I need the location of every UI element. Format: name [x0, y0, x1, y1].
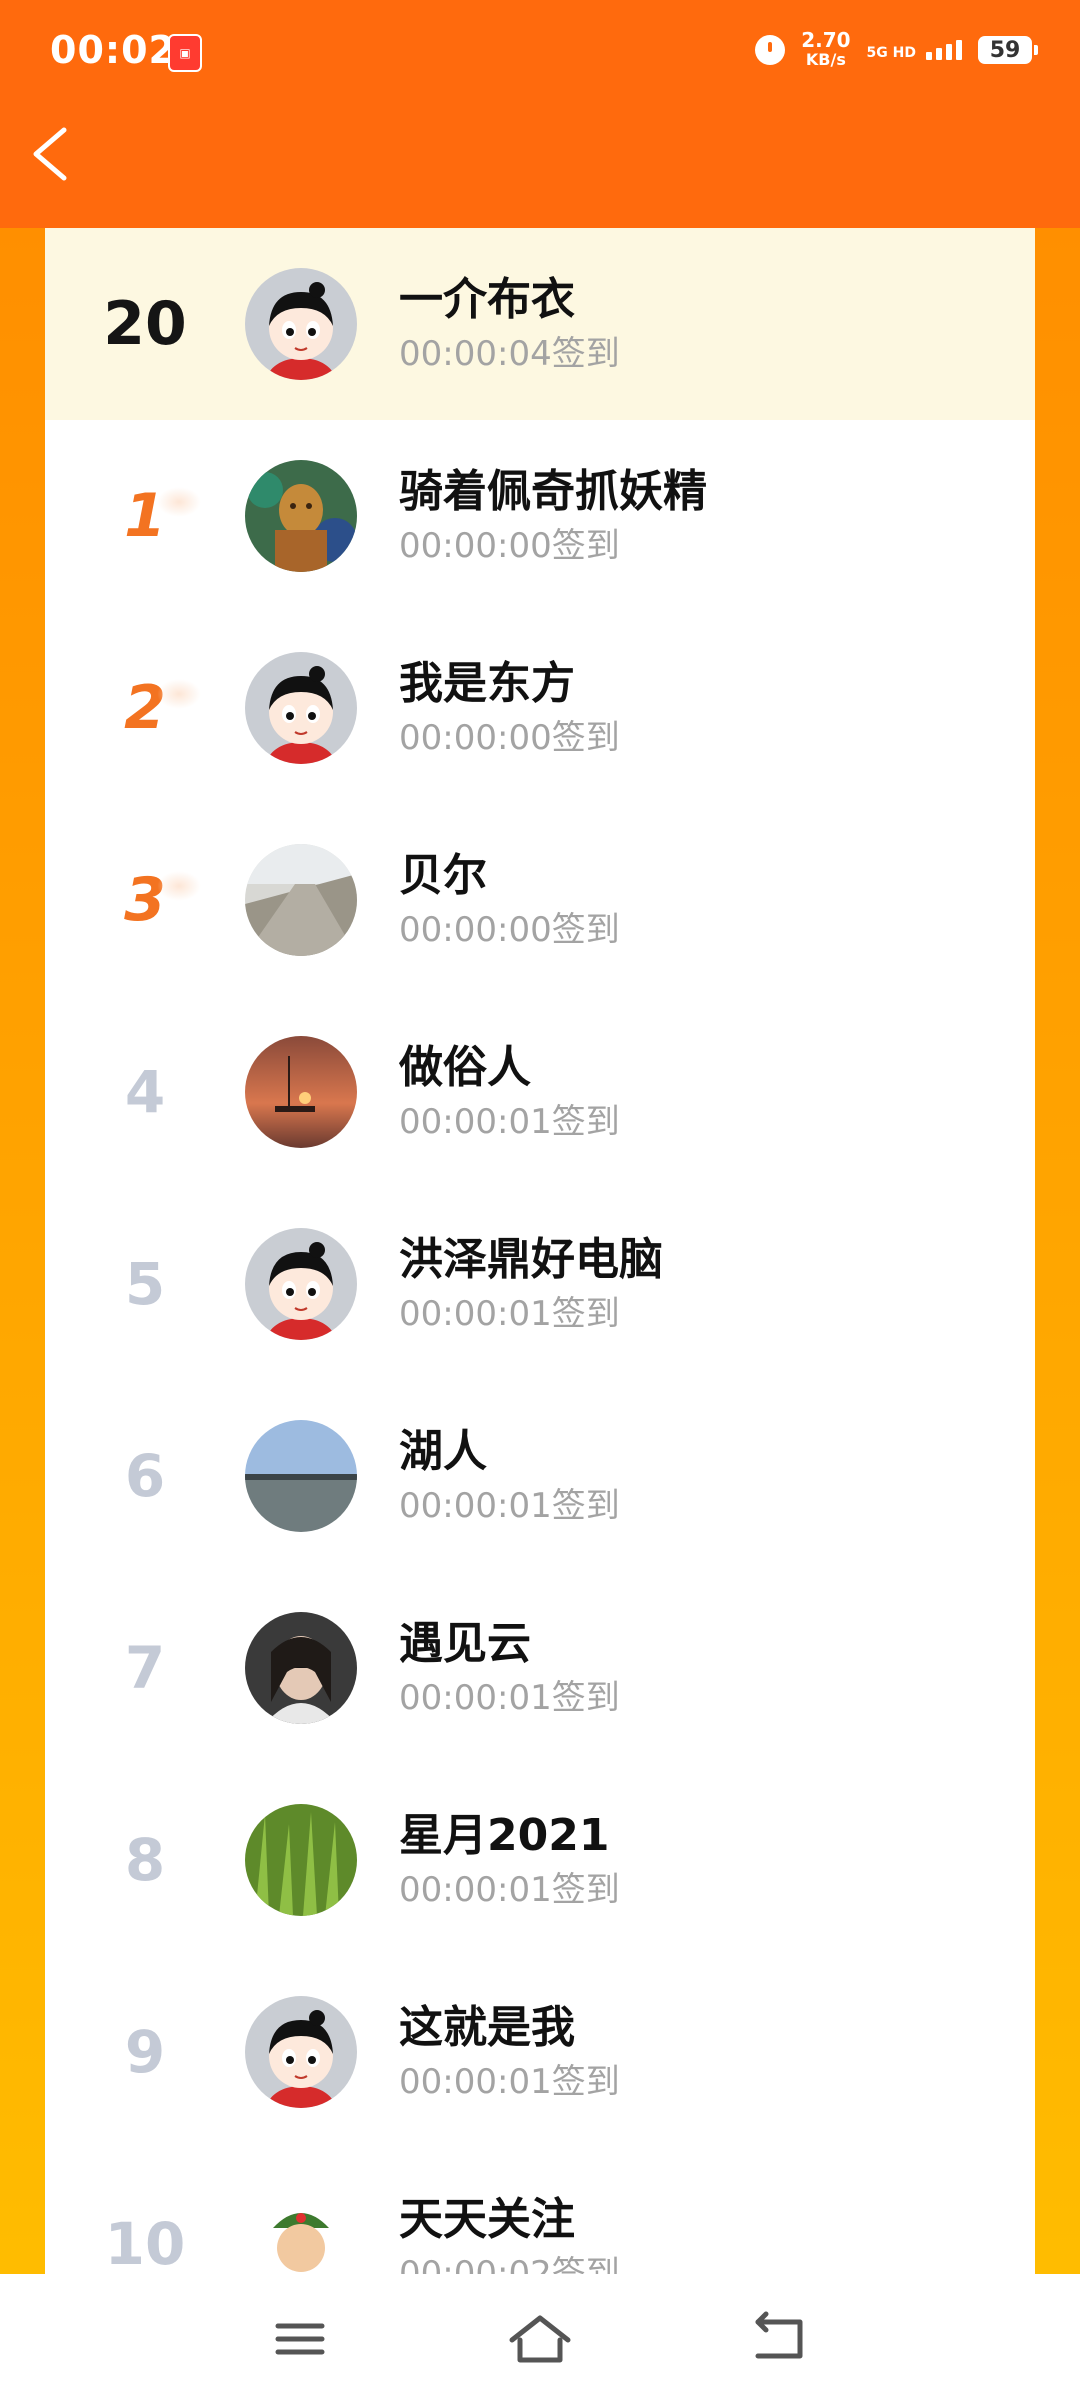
user-name: 星月2021 [399, 1810, 610, 1861]
rank-number: 2 [45, 673, 245, 743]
rank-number: 10 [104, 2210, 186, 2274]
chevron-left-icon [33, 127, 67, 181]
list-item[interactable]: 8 星月2021 00:00:01签到 [45, 1764, 1035, 1956]
battery-icon: 59 [978, 36, 1038, 64]
rank-number: 5 [124, 1250, 166, 1318]
checkin-time: 00:00:01签到 [399, 1870, 620, 1910]
user-name: 洪泽鼎好电脑 [399, 1234, 663, 1285]
system-nav-bar [0, 2274, 1080, 2400]
sunset-photo-avatar [245, 1036, 357, 1148]
app-notification-icon: ▣ [168, 34, 202, 72]
checkin-time: 00:00:01签到 [399, 1102, 620, 1142]
checkin-time: 00:00:01签到 [399, 1486, 620, 1526]
my-rank-row[interactable]: 20 一介布衣 00:00:04签到 [45, 228, 1035, 420]
status-right: 2.70 KB/s 5G HD 59 [755, 28, 1038, 72]
user-name: 遇见云 [399, 1618, 531, 1669]
net-speed-value: 2.70 [801, 28, 851, 52]
list-item[interactable]: 4 做俗人 00:00:01签到 [45, 996, 1035, 1188]
net-speed: 2.70 KB/s [801, 30, 850, 70]
checkin-time: 00:00:04签到 [399, 334, 620, 374]
list-item[interactable]: 10 天天关注 00:00:02签到 [45, 2148, 1035, 2274]
menu-icon [275, 2323, 325, 2355]
network-label: 5G HD [866, 45, 916, 61]
checkin-time: 00:00:00签到 [399, 910, 620, 950]
checkin-time: 00:00:00签到 [399, 526, 620, 566]
cartoon-girl-avatar [245, 268, 357, 380]
statue-photo-avatar [245, 460, 357, 572]
back-nav-button[interactable] [740, 2304, 820, 2374]
user-info: 一介布衣 00:00:04签到 [399, 272, 620, 376]
menu-button[interactable] [260, 2304, 340, 2374]
lake-photo-avatar [245, 1420, 357, 1532]
user-name: 我是东方 [399, 658, 575, 709]
alarm-icon [755, 35, 786, 65]
user-name: 骑着佩奇抓妖精 [399, 466, 707, 517]
list-item[interactable]: 7 遇见云 00:00:01签到 [45, 1572, 1035, 1764]
user-name: 湖人 [399, 1426, 487, 1477]
rank-number: 1 [45, 481, 245, 551]
cartoon-girl-avatar [245, 652, 357, 764]
list-item[interactable]: 6 湖人 00:00:01签到 [45, 1380, 1035, 1572]
cartoon-soldier-avatar [245, 2188, 357, 2274]
user-name: 天天关注 [399, 2194, 575, 2245]
rank-number: 8 [124, 1826, 166, 1894]
cartoon-girl-avatar [245, 1996, 357, 2108]
checkin-time: 00:00:00签到 [399, 718, 620, 758]
user-name: 做俗人 [399, 1042, 531, 1093]
signal-icon: 5G HD [867, 40, 962, 60]
list-item[interactable]: 2 我是东方 00:00:00签到 [45, 612, 1035, 804]
ranking-list: 20 一介布衣 00:00:04签到 1 骑着佩奇抓妖精 00:00:00签到 … [45, 228, 1035, 2274]
cartoon-girl-avatar [245, 1228, 357, 1340]
user-name: 这就是我 [399, 2002, 575, 2053]
user-name: 一介布衣 [399, 274, 575, 325]
back-arrow-icon [755, 2311, 803, 2359]
rank-number: 3 [45, 865, 245, 935]
grass-photo-avatar [245, 1804, 357, 1916]
rank-number: 9 [124, 2018, 166, 2086]
checkin-time: 00:00:01签到 [399, 1294, 620, 1334]
user-name: 贝尔 [399, 850, 487, 901]
home-icon [509, 2315, 571, 2363]
list-item[interactable]: 9 这就是我 00:00:01签到 [45, 1956, 1035, 2148]
top-header: 00:02 ▣ 2.70 KB/s 5G HD 59 [0, 0, 1080, 228]
rank-number: 7 [124, 1634, 166, 1702]
road-photo-avatar [245, 844, 357, 956]
list-item[interactable]: 3 贝尔 00:00:00签到 [45, 804, 1035, 996]
home-button[interactable] [500, 2304, 580, 2374]
list-item[interactable]: 5 洪泽鼎好电脑 00:00:01签到 [45, 1188, 1035, 1380]
status-bar: 00:02 ▣ 2.70 KB/s 5G HD 59 [0, 0, 1080, 100]
status-time: 00:02 [50, 28, 176, 72]
list-item[interactable]: 1 骑着佩奇抓妖精 00:00:00签到 [45, 420, 1035, 612]
back-button[interactable] [24, 118, 84, 190]
net-speed-unit: KB/s [805, 50, 846, 69]
checkin-time: 00:00:01签到 [399, 2062, 620, 2102]
rank-number: 20 [103, 289, 187, 359]
checkin-time: 00:00:01签到 [399, 1678, 620, 1718]
checkin-time: 00:00:02签到 [399, 2254, 620, 2274]
rank-number: 6 [124, 1442, 166, 1510]
person-photo-avatar [245, 1612, 357, 1724]
rank-number: 4 [124, 1058, 166, 1126]
